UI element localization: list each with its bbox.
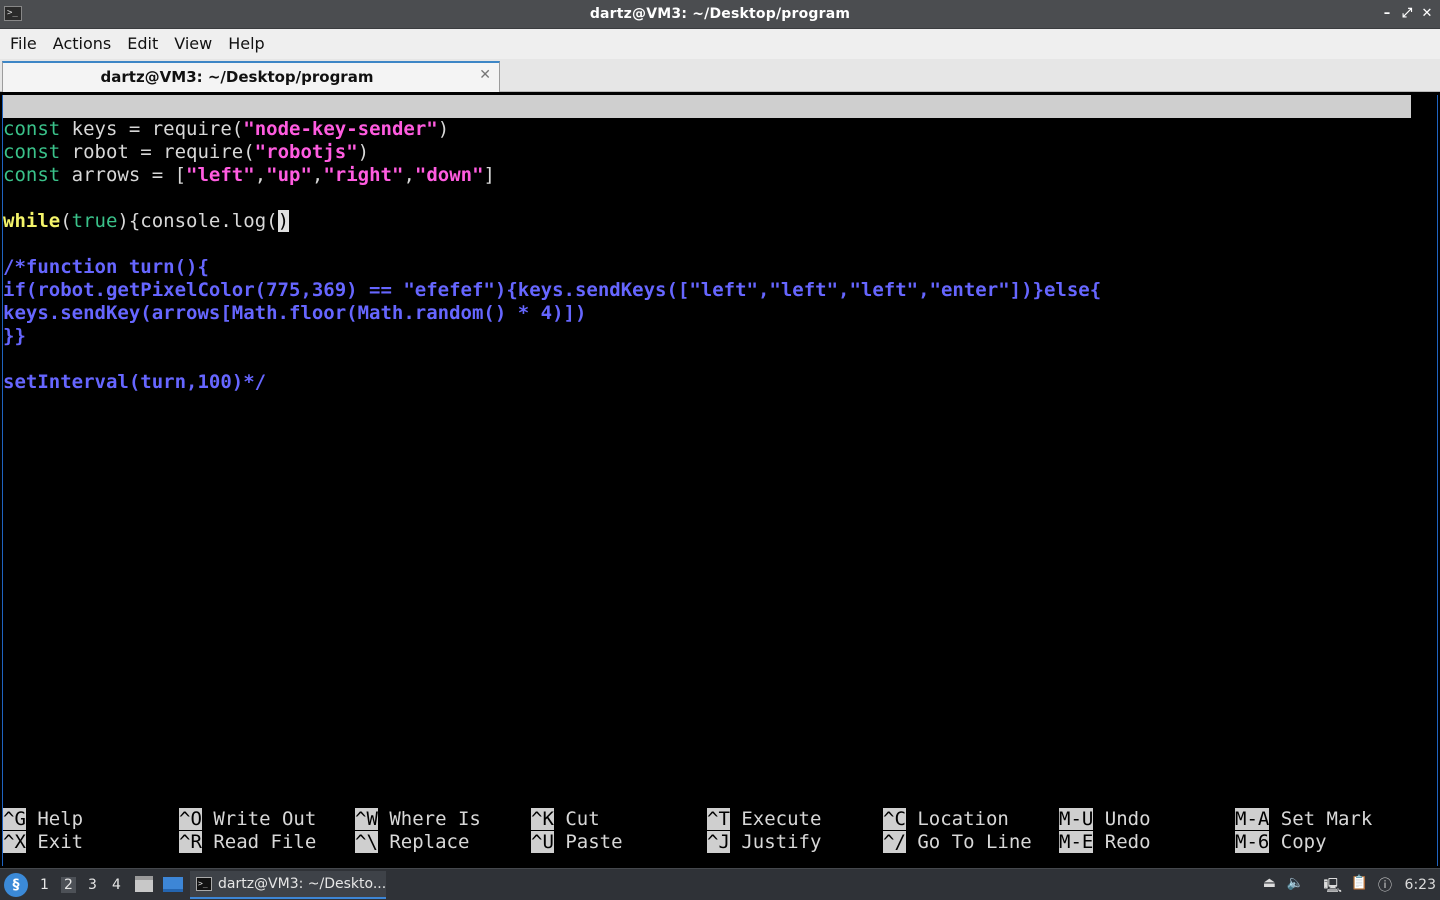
code-line-3: const arrows = ["left","up","right","dow… <box>3 164 495 186</box>
taskbar-terminal-task[interactable]: >_ dartz@VM3: ~/Deskto... <box>190 871 386 899</box>
shortcut-where-is[interactable]: ^W Where Is <box>355 808 481 831</box>
taskbar: § 1 2 3 4 >_ dartz@VM3: ~/Deskto... ⏏ 🔈 … <box>0 868 1440 900</box>
terminal-view[interactable]: GNU nano 6.2 index.js * const keys = req… <box>2 95 1438 866</box>
workspace-3[interactable]: 3 <box>88 877 97 893</box>
shortcut-help[interactable]: ^G Help <box>3 808 83 831</box>
window-titlebar[interactable]: >_ dartz@VM3: ~/Desktop/program – ⤢ ✕ <box>0 0 1440 29</box>
menu-view[interactable]: View <box>166 29 220 59</box>
code-line-2: const robot = require("robotjs") <box>3 141 370 163</box>
maximize-button[interactable]: ⤢ <box>1400 5 1414 23</box>
minimize-button[interactable]: – <box>1380 5 1394 23</box>
show-desktop-icon[interactable] <box>163 877 183 892</box>
volume-icon[interactable]: 🔈 <box>1287 875 1304 891</box>
menu-edit[interactable]: Edit <box>119 29 166 59</box>
network-icon[interactable]: 🖳 <box>1323 875 1342 899</box>
code-line-10: }} <box>3 325 26 347</box>
menu-actions[interactable]: Actions <box>45 29 119 59</box>
window-title: dartz@VM3: ~/Desktop/program <box>589 6 851 22</box>
code-line-12: setInterval(turn,100)*/ <box>3 371 267 393</box>
code-line-7: /*function turn(){ <box>3 256 209 278</box>
menu-help[interactable]: Help <box>220 29 272 59</box>
code-line-1: const keys = require("node-key-sender") <box>3 118 450 140</box>
text-cursor: ) <box>277 210 290 232</box>
shortcut-write-out[interactable]: ^O Write Out <box>179 808 316 831</box>
code-line-8: if(robot.getPixelColor(775,369) == "efef… <box>3 279 1102 301</box>
shortcut-copy[interactable]: M-6 Copy <box>1235 831 1327 854</box>
tab-close-icon[interactable]: ✕ <box>479 67 491 83</box>
code-line-5: while(true){console.log() <box>3 210 290 232</box>
menu-bar: File Actions Edit View Help <box>0 29 1440 59</box>
shortcut-undo[interactable]: M-U Undo <box>1059 808 1151 831</box>
shortcut-cut[interactable]: ^K Cut <box>531 808 600 831</box>
shortcut-exit[interactable]: ^X Exit <box>3 831 83 854</box>
close-window-button[interactable]: ✕ <box>1420 5 1434 23</box>
window-controls: – ⤢ ✕ <box>1380 5 1434 23</box>
nano-header: GNU nano 6.2 index.js * <box>3 95 1411 163</box>
shortcut-go-to-line[interactable]: ^/ Go To Line <box>883 831 1032 854</box>
workspace-2[interactable]: 2 <box>61 877 76 893</box>
terminal-task-icon: >_ <box>196 877 212 891</box>
eject-icon[interactable]: ⏏ <box>1263 875 1276 891</box>
workspace-1[interactable]: 1 <box>40 877 49 893</box>
tab-label: dartz@VM3: ~/Desktop/program <box>100 68 374 86</box>
file-manager-icon[interactable] <box>135 876 153 892</box>
shortcut-read-file[interactable]: ^R Read File <box>179 831 316 854</box>
terminal-tab[interactable]: dartz@VM3: ~/Desktop/program ✕ <box>2 61 500 92</box>
workspace-4[interactable]: 4 <box>112 877 121 893</box>
lubuntu-logo-icon[interactable]: § <box>4 873 28 897</box>
system-tray: ⏏ 🔈 🖳 📋 ⓘ 6:23 <box>1240 869 1440 900</box>
shortcut-redo[interactable]: M-E Redo <box>1059 831 1151 854</box>
shortcut-set-mark[interactable]: M-A Set Mark <box>1235 808 1372 831</box>
nano-filename: index.js * <box>685 141 800 163</box>
menu-file[interactable]: File <box>2 29 45 59</box>
shortcut-replace[interactable]: ^\ Replace <box>355 831 469 854</box>
task-label: dartz@VM3: ~/Deskto... <box>218 876 387 892</box>
clock[interactable]: 6:23 <box>1405 877 1436 893</box>
shortcut-justify[interactable]: ^J Justify <box>707 831 821 854</box>
code-line-9: keys.sendKey(arrows[Math.floor(Math.rand… <box>3 302 587 324</box>
update-notifier-icon[interactable]: ⓘ <box>1378 875 1392 895</box>
shortcut-location[interactable]: ^C Location <box>883 808 1009 831</box>
shortcut-paste[interactable]: ^U Paste <box>531 831 623 854</box>
clipboard-icon[interactable]: 📋 <box>1351 875 1368 891</box>
shortcut-execute[interactable]: ^T Execute <box>707 808 821 831</box>
tab-bar: dartz@VM3: ~/Desktop/program ✕ <box>0 59 1440 92</box>
